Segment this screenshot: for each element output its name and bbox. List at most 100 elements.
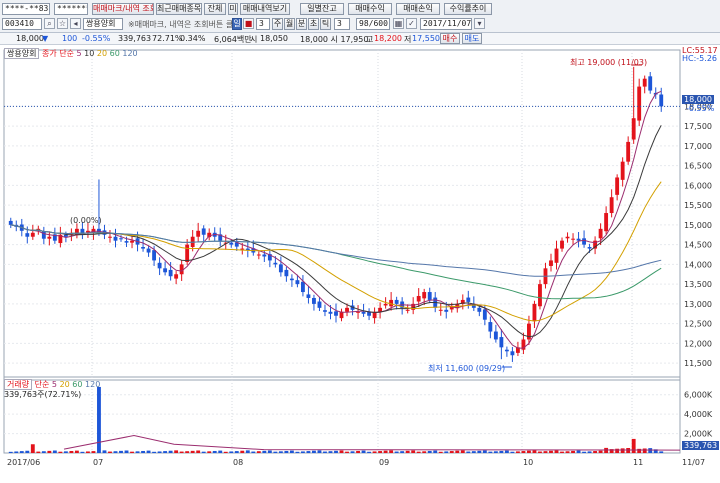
candle-body: [256, 254, 261, 256]
volume-bar: [521, 451, 526, 453]
date-field[interactable]: 2017/11/07: [420, 18, 472, 30]
chart-area[interactable]: 18,000 17,500 17,000 16,500 16,000 15,500 15,0…: [0, 45, 720, 480]
candle-body: [615, 177, 620, 195]
candle-body: [8, 220, 13, 225]
period-month-button[interactable]: 월: [284, 18, 295, 30]
x-tick-label: 09: [379, 458, 389, 467]
volume-bar: [289, 450, 294, 453]
candle-body: [229, 242, 234, 245]
price-legend-name[interactable]: 쌍용양회: [4, 48, 40, 59]
candle-body: [416, 295, 421, 302]
trade-history-button[interactable]: 매매내역보기: [240, 3, 290, 15]
price-tick-label: 14,000: [684, 260, 712, 269]
current-volume-tag: 339,763: [682, 441, 720, 450]
x-tick-label: 11: [633, 458, 643, 467]
trade-pnl-button[interactable]: 매매손익: [396, 3, 440, 15]
volume-bar: [587, 451, 592, 453]
candle-body: [565, 236, 570, 239]
price-legend: 쌍용양회 종가 단순 5 10 20 60 120: [4, 48, 138, 59]
sell-button[interactable]: 매도: [462, 33, 482, 44]
volume-bar: [212, 450, 217, 453]
trade-mark-query-button[interactable]: 매매마크/내역 조회: [92, 3, 154, 15]
candle-body: [113, 236, 118, 241]
candle-body: [25, 233, 30, 237]
prev-arrow-icon[interactable]: ◂: [70, 18, 81, 29]
period-second-button[interactable]: 초: [308, 18, 319, 30]
candle-body: [185, 244, 190, 263]
period-minute-button[interactable]: 분: [296, 18, 307, 30]
volume-bar: [102, 450, 107, 453]
candle-body: [604, 213, 609, 232]
lock-icon[interactable]: ■: [243, 18, 254, 29]
stock-code-field[interactable]: 003410: [2, 18, 42, 30]
period-week-button[interactable]: 주: [272, 18, 283, 30]
volume-bar: [52, 450, 57, 453]
volume-bar: [163, 451, 168, 453]
candle-body: [510, 351, 515, 356]
price-tick-label: 13,000: [684, 300, 712, 309]
period-day-button[interactable]: 일: [232, 18, 242, 30]
interval-field[interactable]: 3: [256, 18, 270, 30]
volume-bar: [218, 450, 223, 453]
check-icon[interactable]: ✓: [406, 18, 417, 29]
volume-bar: [334, 450, 338, 453]
current-price-tag: 18,000: [682, 95, 714, 104]
daily-balance-button[interactable]: 일별잔고: [300, 3, 344, 15]
star-icon[interactable]: ☆: [57, 18, 68, 29]
candle-body: [334, 311, 338, 316]
candle-body: [130, 240, 134, 243]
tick-count-field[interactable]: 3: [334, 18, 350, 30]
volume-bar: [510, 451, 515, 453]
ma20-label: 20: [96, 49, 108, 58]
calendar-icon[interactable]: ▾: [474, 18, 485, 29]
recent-trades-button[interactable]: 최근매매종목: [156, 3, 202, 15]
volume-bar: [130, 451, 134, 453]
search-icon[interactable]: ⌕: [44, 18, 55, 29]
volume-bar: [295, 451, 300, 453]
volume-bar: [312, 450, 316, 453]
volume-bar: [477, 450, 482, 453]
volume-bar: [339, 450, 344, 453]
price-volume-chart[interactable]: 18,000 17,500 17,000 16,500 16,000 15,500 15,0…: [0, 45, 720, 480]
price-tick-label: 15,000: [684, 221, 712, 230]
volume-bar: [47, 450, 52, 453]
candle-body: [394, 299, 399, 304]
volume-bar: [527, 450, 531, 453]
password-field[interactable]: ********: [54, 3, 88, 15]
candle-body: [444, 309, 449, 312]
candle-body: [163, 268, 168, 273]
volume-bar: [449, 451, 454, 453]
grid-icon[interactable]: ▦: [393, 18, 404, 29]
ma120-label: 120: [122, 49, 138, 58]
candle-body: [466, 297, 471, 302]
candle-body: [312, 297, 316, 304]
candle-body: [488, 322, 493, 332]
candle-body: [549, 260, 553, 266]
candle-body: [339, 311, 344, 319]
volume-bar: [582, 451, 586, 453]
vma60-label: 60: [72, 380, 83, 389]
account-field[interactable]: ****-**83: [2, 3, 50, 15]
volume-bar: [262, 450, 267, 453]
volume-bar: [256, 451, 261, 453]
volume-bar: [300, 451, 305, 453]
candle-body: [378, 307, 383, 312]
price-tick-label: 16,500: [684, 162, 712, 171]
volume-bar: [245, 450, 250, 453]
candle-body: [427, 292, 432, 300]
volume-bar: [493, 451, 498, 453]
volume-bar: [196, 450, 201, 453]
volume-bar: [515, 451, 520, 453]
volume-value: 339,763: [118, 34, 152, 43]
return-trend-button[interactable]: 수익률추이: [444, 3, 492, 15]
volume-bar: [538, 451, 542, 453]
candle-body: [295, 280, 300, 285]
balance-button[interactable]: 잔체: [204, 3, 226, 15]
candle-body: [438, 309, 443, 311]
buy-button[interactable]: 매수: [440, 33, 460, 44]
quote-bar: 18,000 ▼ 100 -0.55% 339,763 72.71% 0.34%…: [0, 33, 720, 45]
candle-body: [317, 301, 322, 308]
unfilled-button[interactable]: 미: [228, 3, 238, 15]
trade-profit-button[interactable]: 매매수익: [348, 3, 392, 15]
period-tick-button[interactable]: 틱: [320, 18, 331, 30]
